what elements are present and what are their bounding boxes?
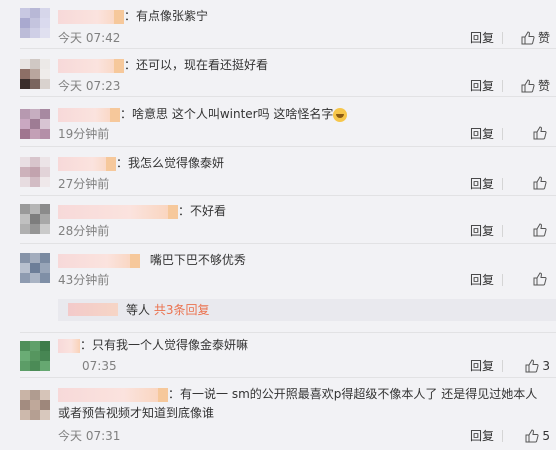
sub-replies-box[interactable]: 等人 共3条回复 — [58, 299, 556, 321]
comment-time: 43分钟前 — [58, 273, 110, 287]
like-count: 5 — [542, 429, 550, 443]
like-button[interactable] — [533, 126, 550, 140]
comment-time: 今天 07:42 — [58, 31, 121, 45]
reply-button[interactable]: 回复 — [470, 78, 494, 94]
reply-button[interactable]: 回复 — [470, 358, 494, 374]
avatar[interactable] — [20, 157, 50, 187]
commenter-name[interactable] — [58, 253, 140, 268]
comment-time: 今天 07:31 — [58, 429, 121, 443]
like-count: 3 — [542, 359, 550, 373]
avatar[interactable] — [20, 253, 50, 283]
view-all-replies-link[interactable]: 共3条回复 — [154, 303, 210, 317]
reply-button[interactable]: 回复 — [470, 30, 494, 46]
comment-text: 不好看 — [190, 204, 227, 218]
avatar[interactable] — [20, 390, 50, 420]
avatar[interactable] — [20, 341, 50, 371]
like-button[interactable]: 5 — [525, 428, 550, 444]
sub-reply-names[interactable] — [68, 303, 118, 316]
comment-item: 嘴巴下巴不够优秀 43分钟前 回复 等人 共3条回复 — [0, 244, 556, 332]
commenter-name[interactable] — [58, 58, 124, 73]
thumbs-up-icon — [533, 272, 547, 286]
comment-item: ：我怎么觉得像泰妍 27分钟前 回复 — [0, 147, 556, 195]
like-button[interactable]: 赞 — [521, 78, 550, 94]
thumbs-up-icon — [521, 31, 535, 45]
like-button[interactable] — [533, 272, 550, 286]
reply-button[interactable]: 回复 — [470, 126, 494, 142]
comment-item: ：有点像张紫宁 今天 07:42 回复 赞 — [0, 0, 556, 48]
reply-button[interactable]: 回复 — [470, 176, 494, 192]
like-label: 赞 — [537, 31, 550, 45]
sub-reply-prefix: 等人 — [126, 303, 151, 317]
reply-button[interactable]: 回复 — [470, 272, 494, 288]
thumbs-up-icon — [533, 223, 547, 237]
comment-item: ：不好看 28分钟前 回复 — [0, 196, 556, 243]
comment-time: 28分钟前 — [58, 224, 110, 238]
reply-button[interactable]: 回复 — [470, 223, 494, 239]
comment-item: ：还可以，现在看还挺好看 今天 07:23 回复 赞 — [0, 49, 556, 96]
comment-text: 有点像张紫宁 — [136, 9, 209, 23]
like-button[interactable]: 3 — [525, 358, 550, 374]
avatar[interactable] — [20, 204, 50, 234]
commenter-name[interactable] — [58, 338, 80, 353]
comment-text: 我怎么觉得像泰妍 — [128, 156, 225, 170]
laughing-emoji-icon — [333, 107, 348, 122]
avatar[interactable] — [20, 8, 50, 38]
commenter-name[interactable] — [58, 204, 178, 219]
thumbs-up-icon — [521, 79, 535, 93]
like-button[interactable]: 赞 — [521, 30, 550, 46]
thumbs-up-icon — [525, 359, 539, 373]
comment-list: ：有点像张紫宁 今天 07:42 回复 赞 ：还可以，现在看还挺好看 今天 07… — [0, 0, 556, 450]
avatar[interactable] — [20, 109, 50, 139]
comment-item: ：啥意思 这个人叫winter吗 这啥怪名字 19分钟前 回复 — [0, 97, 556, 146]
like-label: 赞 — [537, 79, 550, 93]
like-button[interactable] — [533, 176, 550, 190]
thumbs-up-icon — [533, 126, 547, 140]
comment-time: 19分钟前 — [58, 127, 110, 141]
comment-text: 啥意思 这个人叫winter吗 这啥怪名字 — [132, 107, 334, 121]
comment-time: 07:35 — [82, 359, 117, 373]
commenter-name[interactable] — [58, 107, 120, 122]
commenter-name[interactable] — [58, 387, 168, 402]
thumbs-up-icon — [533, 176, 547, 190]
comment-text: 只有我一个人觉得像金泰妍嘛 — [92, 338, 249, 352]
comment-time: 27分钟前 — [58, 177, 110, 191]
comment-item: ：只有我一个人觉得像金泰妍嘛 07:35 回复 3 — [0, 333, 556, 377]
avatar[interactable] — [20, 59, 50, 89]
commenter-name[interactable] — [58, 9, 124, 24]
comment-text: 还可以，现在看还挺好看 — [136, 58, 269, 72]
commenter-name[interactable] — [58, 156, 116, 171]
comment-item: ：有一说一 sm的公开照最喜欢p得超级不像本人了 还是得见过她本人或者预告视频才… — [0, 378, 556, 450]
comment-time: 今天 07:23 — [58, 79, 121, 93]
like-button[interactable] — [533, 223, 550, 237]
comment-text: 嘴巴下巴不够优秀 — [149, 253, 246, 267]
reply-button[interactable]: 回复 — [470, 428, 494, 444]
thumbs-up-icon — [525, 429, 539, 443]
